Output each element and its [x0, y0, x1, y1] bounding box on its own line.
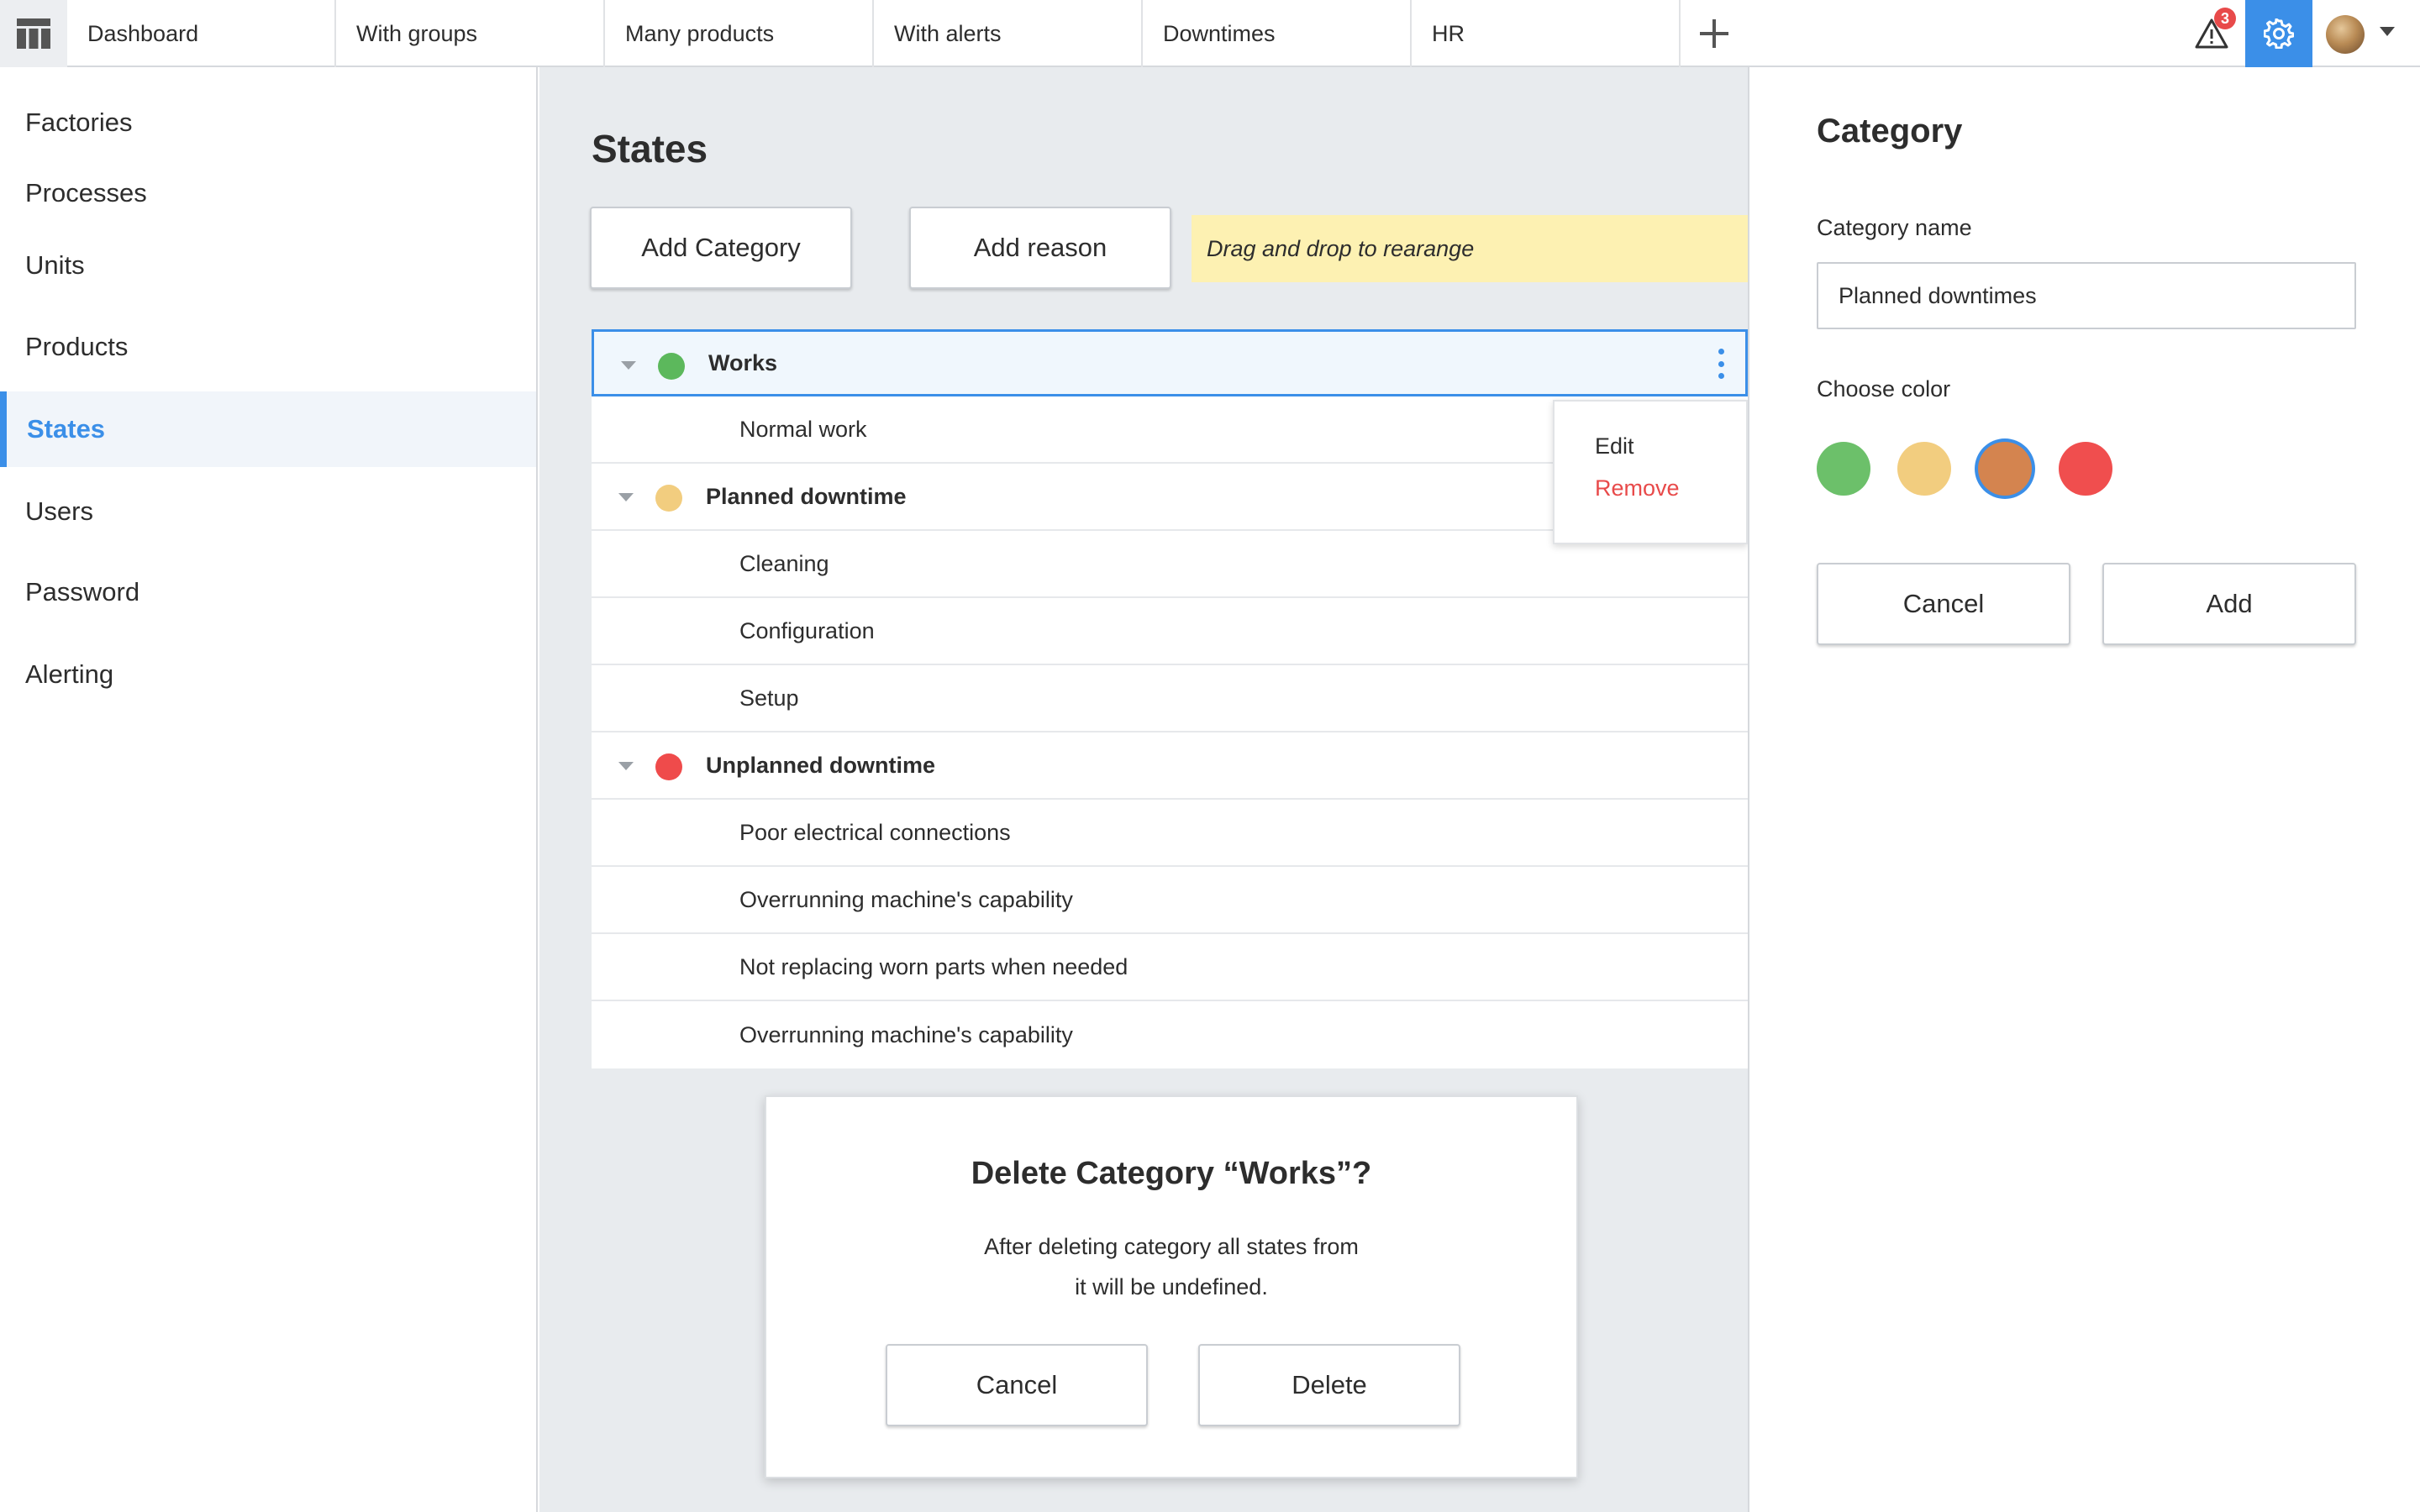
- color-swatch-red[interactable]: [2059, 442, 2112, 496]
- table-grid-icon: [17, 18, 50, 49]
- sidebar-item-factories[interactable]: Factories: [0, 97, 536, 148]
- tab-dashboard[interactable]: Dashboard: [67, 0, 336, 67]
- reason-name: Normal work: [739, 416, 867, 442]
- menu-item-remove[interactable]: Remove: [1595, 475, 1680, 501]
- page-title: States: [592, 127, 708, 171]
- category-row-unplanned-downtime[interactable]: Unplanned downtime: [592, 732, 1748, 800]
- color-swatch-orange[interactable]: [1978, 442, 2032, 496]
- tab-label: With groups: [356, 20, 478, 46]
- collapse-caret-icon[interactable]: [618, 762, 634, 770]
- sidebar-item-label: Password: [25, 577, 140, 606]
- reason-row[interactable]: Setup: [592, 665, 1748, 732]
- tab-with-groups[interactable]: With groups: [336, 0, 605, 67]
- tab-label: Dashboard: [87, 20, 199, 46]
- reason-name: Overrunning machine's capability: [739, 886, 1073, 912]
- plus-icon: [1700, 19, 1728, 48]
- category-row-works[interactable]: Works: [592, 329, 1748, 396]
- sidebar-item-products[interactable]: Products: [0, 322, 536, 372]
- tab-label: Downtimes: [1163, 20, 1276, 46]
- sidebar-item-label: Products: [25, 332, 129, 361]
- category-name-label: Category name: [1817, 215, 1972, 240]
- category-name: Planned downtime: [706, 483, 907, 509]
- reason-name: Not replacing worn parts when needed: [739, 953, 1128, 979]
- dialog-cancel-button[interactable]: Cancel: [886, 1344, 1148, 1426]
- delete-category-dialog: Delete Category “Works”? After deleting …: [765, 1095, 1578, 1478]
- sidebar-item-password[interactable]: Password: [0, 567, 536, 617]
- tab-downtimes[interactable]: Downtimes: [1143, 0, 1412, 67]
- category-panel: Category Category name Planned downtimes…: [1748, 67, 2420, 1512]
- alerts-button[interactable]: [2178, 0, 2245, 67]
- sidebar-item-label: States: [27, 414, 106, 444]
- sidebar-item-label: Users: [25, 496, 93, 526]
- reason-row[interactable]: Overrunning machine's capability: [592, 867, 1748, 934]
- panel-title: Category: [1817, 113, 1963, 150]
- collapse-caret-icon[interactable]: [621, 361, 636, 370]
- reason-row[interactable]: Not replacing worn parts when needed: [592, 934, 1748, 1001]
- tab-label: With alerts: [894, 20, 1002, 46]
- tab-many-products[interactable]: Many products: [605, 0, 874, 67]
- add-tab-button[interactable]: [1681, 0, 1748, 67]
- dialog-delete-button[interactable]: Delete: [1198, 1344, 1460, 1426]
- panel-cancel-button[interactable]: Cancel: [1817, 563, 2070, 645]
- sidebar-item-alerting[interactable]: Alerting: [0, 649, 536, 700]
- collapse-caret-icon[interactable]: [618, 493, 634, 501]
- reason-name: Poor electrical connections: [739, 819, 1011, 845]
- dialog-message-line: After deleting category all states from: [984, 1234, 1359, 1259]
- category-color-dot: [658, 353, 685, 380]
- sidebar-item-states[interactable]: States: [0, 391, 536, 467]
- category-name: Unplanned downtime: [706, 752, 935, 778]
- sidebar-item-label: Processes: [25, 178, 147, 207]
- dialog-title: Delete Category “Works”?: [971, 1156, 1372, 1191]
- reason-row[interactable]: Poor electrical connections: [592, 800, 1748, 867]
- tab-label: Many products: [625, 20, 775, 46]
- more-options-icon[interactable]: [1718, 349, 1725, 379]
- chevron-down-icon[interactable]: [2380, 27, 2395, 36]
- color-swatch-green[interactable]: [1817, 442, 1870, 496]
- panel-add-button[interactable]: Add: [2102, 563, 2356, 645]
- category-color-dot: [655, 485, 682, 512]
- alert-count-badge: 3: [2214, 8, 2236, 29]
- top-bar: Dashboard With groups Many products With…: [0, 0, 2420, 67]
- sidebar-item-label: Factories: [25, 108, 133, 137]
- reason-name: Cleaning: [739, 550, 829, 576]
- category-context-menu: Edit Remove: [1553, 400, 1748, 544]
- menu-item-edit[interactable]: Edit: [1595, 433, 1634, 459]
- category-color-dot: [655, 753, 682, 780]
- sidebar-item-label: Units: [25, 250, 85, 280]
- color-swatch-yellow[interactable]: [1897, 442, 1951, 496]
- tab-hr[interactable]: HR: [1412, 0, 1681, 67]
- reason-name: Setup: [739, 685, 799, 711]
- tab-with-alerts[interactable]: With alerts: [874, 0, 1143, 67]
- sidebar-item-units[interactable]: Units: [0, 240, 536, 291]
- main-content: States Add Category Add reason Drag and …: [539, 67, 1748, 1512]
- add-reason-button[interactable]: Add reason: [909, 207, 1171, 289]
- app-grid-button[interactable]: [0, 0, 67, 67]
- add-category-button[interactable]: Add Category: [590, 207, 852, 289]
- tab-label: HR: [1432, 20, 1465, 46]
- sidebar-item-processes[interactable]: Processes: [0, 168, 536, 218]
- category-name-input[interactable]: Planned downtimes: [1817, 262, 2356, 329]
- reason-row[interactable]: Configuration: [592, 598, 1748, 665]
- reason-row[interactable]: Overrunning machine's capability: [592, 1001, 1748, 1068]
- gear-icon: [2264, 18, 2294, 49]
- dialog-message: After deleting category all states from …: [766, 1226, 1576, 1307]
- user-avatar[interactable]: [2326, 15, 2365, 54]
- settings-button[interactable]: [2245, 0, 2312, 67]
- sidebar-item-users[interactable]: Users: [0, 486, 536, 537]
- drag-hint: Drag and drop to rearange: [1192, 215, 1748, 282]
- category-name: Works: [708, 349, 778, 375]
- reason-name: Configuration: [739, 617, 875, 643]
- sidebar-item-label: Alerting: [25, 659, 114, 689]
- choose-color-label: Choose color: [1817, 376, 1951, 402]
- sidebar: Factories Processes Units Products State…: [0, 67, 538, 1512]
- dialog-message-line: it will be undefined.: [1075, 1274, 1268, 1299]
- reason-name: Overrunning machine's capability: [739, 1021, 1073, 1047]
